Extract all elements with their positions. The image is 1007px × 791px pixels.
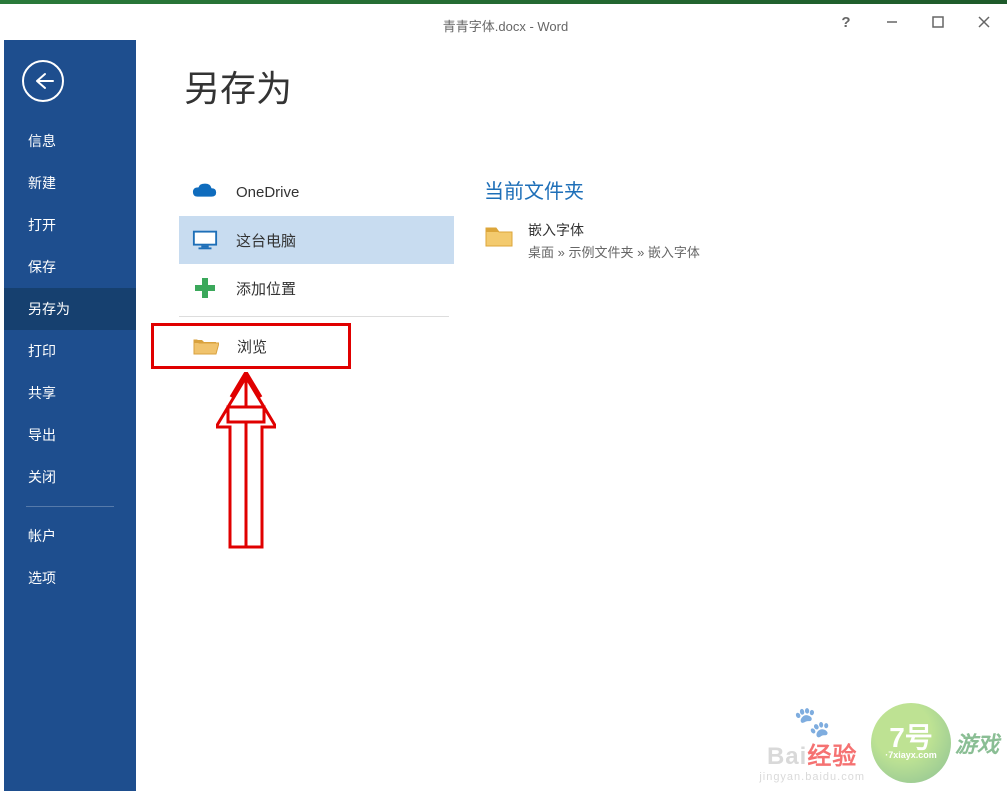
- folder-open-icon: [193, 335, 219, 357]
- sidebar-item-account[interactable]: 帐户: [4, 515, 136, 557]
- onedrive-icon: [192, 181, 218, 203]
- sidebar-item-open[interactable]: 打开: [4, 204, 136, 246]
- folder-path: 桌面 » 示例文件夹 » 嵌入字体: [528, 242, 700, 261]
- backstage-sidebar: 信息 新建 打开 保存 另存为 打印 共享 导出 关闭 帐户 选项: [4, 40, 136, 791]
- location-onedrive-label: OneDrive: [236, 184, 299, 201]
- sidebar-item-options[interactable]: 选项: [4, 557, 136, 599]
- folder-name: 嵌入字体: [528, 220, 700, 240]
- window-title: 青青字体.docx - Word: [443, 16, 568, 35]
- location-this-pc[interactable]: 这台电脑: [179, 216, 454, 264]
- sidebar-separator: [26, 506, 114, 507]
- sidebar-item-share[interactable]: 共享: [4, 372, 136, 414]
- location-browse[interactable]: 浏览: [151, 323, 351, 369]
- help-button[interactable]: ?: [823, 8, 869, 36]
- folder-icon: [484, 224, 514, 248]
- location-browse-label: 浏览: [237, 336, 267, 357]
- main-panel: 另存为 OneDrive 这台电脑: [136, 40, 1007, 791]
- locations-column: OneDrive 这台电脑 添加位置: [136, 40, 446, 791]
- sidebar-item-export[interactable]: 导出: [4, 414, 136, 456]
- close-button[interactable]: [961, 8, 1007, 36]
- current-folder-column: 当前文件夹 嵌入字体 桌面 » 示例文件夹 » 嵌入字体: [446, 40, 1007, 791]
- location-onedrive[interactable]: OneDrive: [179, 168, 454, 216]
- sidebar-item-new[interactable]: 新建: [4, 162, 136, 204]
- annotation-arrow-icon: [216, 372, 276, 552]
- titlebar: 青青字体.docx - Word ?: [4, 4, 1007, 40]
- back-button[interactable]: [22, 60, 64, 102]
- computer-icon: [192, 229, 218, 251]
- sidebar-item-close[interactable]: 关闭: [4, 456, 136, 498]
- sidebar-item-print[interactable]: 打印: [4, 330, 136, 372]
- location-add-place[interactable]: 添加位置: [179, 264, 454, 312]
- minimize-button[interactable]: [869, 8, 915, 36]
- maximize-button[interactable]: [915, 8, 961, 36]
- location-this-pc-label: 这台电脑: [236, 230, 296, 251]
- current-folder-title: 当前文件夹: [484, 175, 1007, 204]
- page-title: 另存为: [184, 60, 292, 112]
- sidebar-item-info[interactable]: 信息: [4, 120, 136, 162]
- back-arrow-icon: [31, 69, 55, 93]
- current-folder-item[interactable]: 嵌入字体 桌面 » 示例文件夹 » 嵌入字体: [484, 220, 1007, 261]
- sidebar-item-save[interactable]: 保存: [4, 246, 136, 288]
- sidebar-item-saveas[interactable]: 另存为: [4, 288, 136, 330]
- plus-icon: [192, 277, 218, 299]
- location-add-place-label: 添加位置: [236, 278, 296, 299]
